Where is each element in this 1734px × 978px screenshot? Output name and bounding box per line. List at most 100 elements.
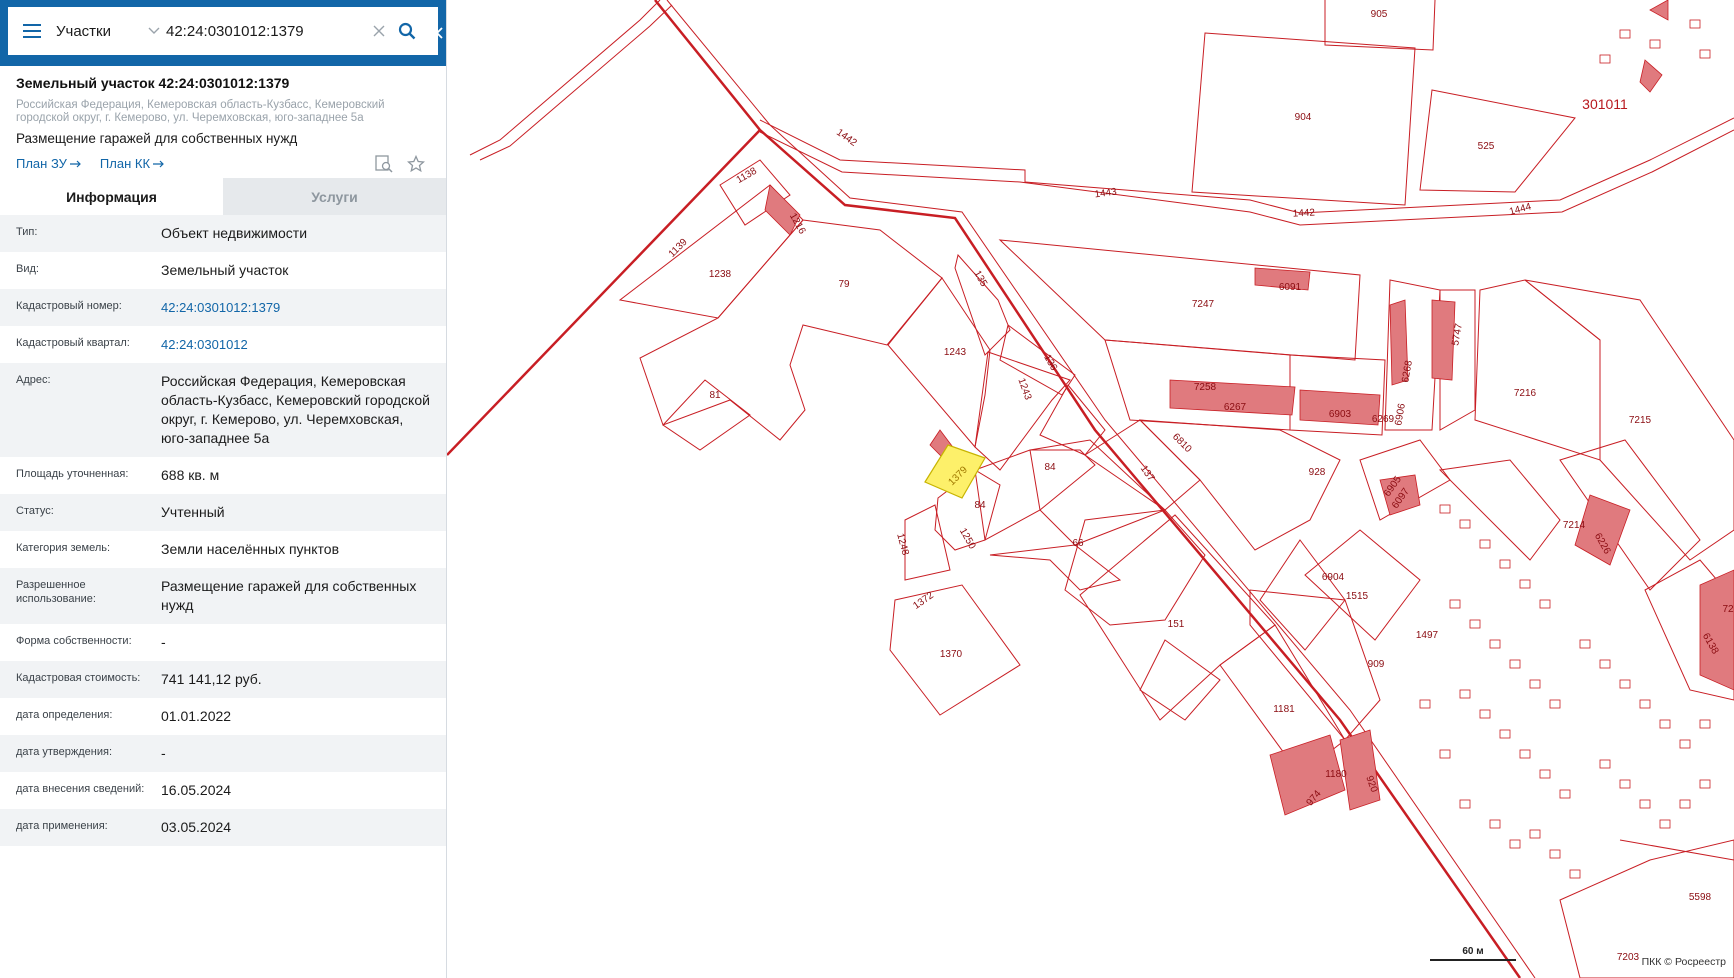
svg-text:904: 904	[1295, 112, 1312, 123]
svg-text:7216: 7216	[1514, 388, 1537, 399]
svg-text:6810: 6810	[1170, 431, 1194, 455]
attr-row-cadastral-quarter: Кадастровый квартал: 42:24:0301012	[0, 326, 446, 363]
attr-label: Адрес:	[16, 374, 51, 386]
attr-row-date-approved: дата утверждения: -	[0, 735, 446, 772]
svg-text:5598: 5598	[1689, 892, 1712, 903]
svg-text:1497: 1497	[1416, 630, 1439, 641]
attr-value: 01.01.2022	[161, 708, 232, 724]
arrow-right-icon	[69, 160, 81, 167]
attr-row-type: Тип: Объект недвижимости	[0, 215, 446, 252]
attr-value: 16.05.2024	[161, 782, 232, 798]
menu-button[interactable]	[8, 7, 56, 55]
svg-text:1515: 1515	[1346, 591, 1369, 602]
search-input[interactable]	[166, 11, 366, 51]
star-icon	[407, 155, 425, 173]
attr-value: Земли населённых пунктов	[161, 541, 340, 557]
svg-text:7214: 7214	[1563, 520, 1586, 531]
attr-row-cadastral-value: Кадастровая стоимость: 741 141,12 руб.	[0, 661, 446, 698]
attribute-table: Тип: Объект недвижимости Вид: Земельный уч…	[0, 215, 446, 846]
svg-text:1181: 1181	[1273, 704, 1295, 715]
cadastral-quarter-link[interactable]: 42:24:0301012	[161, 335, 446, 354]
header-actions	[374, 154, 426, 174]
plan-zu-link[interactable]: План ЗУ	[16, 156, 82, 171]
attr-value: Учтенный	[161, 504, 225, 520]
svg-text:905: 905	[1371, 9, 1388, 20]
svg-text:1138: 1138	[735, 165, 760, 185]
search-button[interactable]	[392, 16, 422, 46]
attr-label: Статус:	[16, 505, 54, 517]
favorite-button[interactable]	[406, 154, 426, 174]
svg-text:1442: 1442	[1292, 207, 1315, 219]
attr-label: Кадастровый квартал:	[16, 337, 130, 349]
svg-text:1243: 1243	[1015, 377, 1033, 402]
close-icon	[373, 25, 385, 37]
svg-text:1238: 1238	[709, 269, 732, 280]
clear-search-button[interactable]	[368, 20, 390, 42]
attr-row-ownership: Форма собственности: -	[0, 624, 446, 661]
attr-value: Земельный участок	[161, 262, 289, 278]
svg-text:137: 137	[1138, 464, 1157, 484]
cadastral-map[interactable]: 905 904 525 301011 1442 1443 1442 1444 1…	[447, 0, 1734, 978]
svg-text:7215: 7215	[1629, 415, 1652, 426]
attr-value: Размещение гаражей для собственных нужд	[161, 578, 417, 613]
object-address: Российская Федерация, Кемеровская област…	[16, 99, 385, 124]
search-icon	[398, 22, 416, 40]
svg-text:7258: 7258	[1194, 382, 1217, 393]
plan-zu-label: План ЗУ	[16, 156, 67, 171]
attr-row-status: Статус: Учтенный	[0, 494, 446, 531]
collapse-panel-button[interactable]	[433, 0, 447, 66]
attr-value: Российская Федерация, Кемеровская област…	[161, 373, 430, 446]
svg-text:1444: 1444	[1508, 201, 1533, 217]
svg-text:81: 81	[709, 390, 721, 401]
hamburger-icon	[23, 24, 41, 38]
plan-kk-link[interactable]: План КК	[100, 156, 165, 171]
object-header: Земельный участок 42:24:0301012:1379 Рос…	[0, 66, 446, 178]
attr-label: Разрешенное использование:	[16, 579, 96, 605]
attr-label: Площадь уточненная:	[16, 468, 129, 480]
svg-text:84: 84	[1044, 462, 1056, 473]
attr-row-permitted-use: Разрешенное использование: Размещение гар…	[0, 568, 446, 624]
svg-text:84: 84	[974, 500, 986, 511]
attr-value: 741 141,12 руб.	[161, 671, 262, 687]
zoom-to-object-button[interactable]	[374, 154, 394, 174]
attr-label: Кадастровый номер:	[16, 300, 122, 312]
svg-text:909: 909	[1368, 659, 1385, 670]
attr-label: Категория земель:	[16, 542, 111, 554]
search-box: Участки	[8, 7, 438, 55]
attr-row-date-applied: дата применения: 03.05.2024	[0, 809, 446, 846]
attr-label: дата применения:	[16, 820, 108, 832]
svg-text:6269: 6269	[1372, 414, 1395, 425]
tab-services[interactable]: Услуги	[223, 178, 446, 215]
zoom-document-icon	[375, 155, 393, 173]
search-bar: Участки	[0, 0, 446, 66]
map-canvas[interactable]: 905 904 525 301011 1442 1443 1442 1444 1…	[447, 0, 1734, 978]
layer-select[interactable]: Участки	[56, 7, 160, 55]
tab-info[interactable]: Информация	[0, 178, 223, 215]
object-purpose: Размещение гаражей для собственных нужд	[16, 131, 298, 146]
attr-label: Форма собственности:	[16, 635, 132, 647]
cadastral-number-link[interactable]: 42:24:0301012:1379	[161, 298, 446, 317]
attr-label: Вид:	[16, 263, 39, 275]
svg-text:1139: 1139	[667, 236, 690, 259]
attr-row-cadastral-number: Кадастровый номер: 42:24:0301012:1379	[0, 289, 446, 326]
chevron-down-icon	[148, 27, 160, 34]
object-title: Земельный участок 42:24:0301012:1379	[16, 75, 290, 91]
svg-text:1372: 1372	[911, 590, 936, 612]
svg-text:1243: 1243	[944, 347, 967, 358]
svg-text:928: 928	[1309, 467, 1326, 478]
svg-text:6267: 6267	[1224, 402, 1247, 413]
svg-text:1443: 1443	[1094, 186, 1118, 200]
scale-line	[1430, 959, 1516, 961]
svg-text:7247: 7247	[1192, 299, 1215, 310]
attr-label: дата внесения сведений:	[16, 783, 145, 795]
attr-value: 688 кв. м	[161, 467, 220, 483]
svg-text:72: 72	[1722, 604, 1734, 615]
svg-text:1250: 1250	[957, 526, 978, 551]
attr-row-date-determined: дата определения: 01.01.2022	[0, 698, 446, 735]
attr-label: Тип:	[16, 226, 38, 238]
attr-row-date-entered: дата внесения сведений: 16.05.2024	[0, 772, 446, 809]
svg-text:79: 79	[838, 279, 850, 290]
tabs: Информация Услуги	[0, 178, 446, 215]
svg-text:6091: 6091	[1279, 282, 1302, 293]
attr-value: -	[161, 634, 166, 650]
